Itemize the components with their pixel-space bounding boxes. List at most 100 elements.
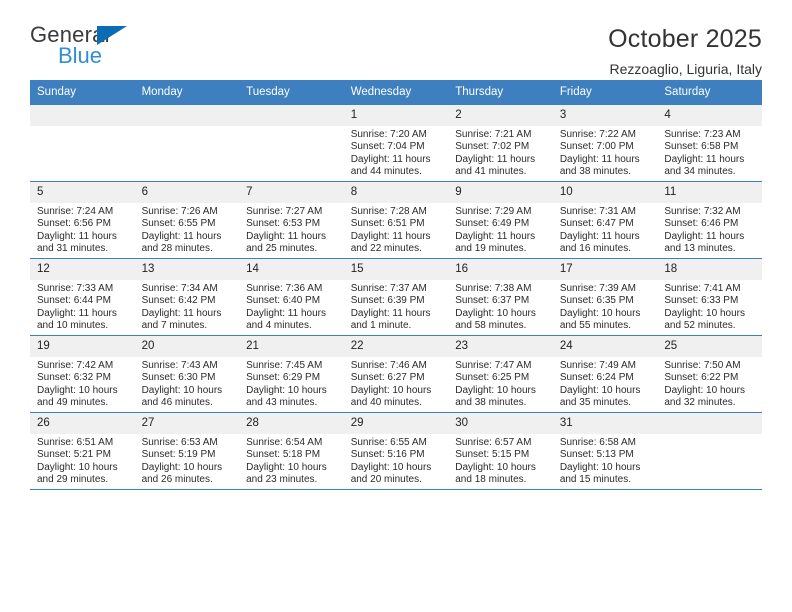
sunset-text: Sunset: 6:53 PM xyxy=(246,218,321,230)
daylight-text: Daylight: 10 hours and 29 minutes. xyxy=(37,461,118,486)
sunrise-text: Sunrise: 7:38 AM xyxy=(455,283,532,294)
calendar-day-cell[interactable]: 14 Sunrise: 7:36 AM Sunset: 6:40 PM Dayligh… xyxy=(239,258,344,336)
day-number: 7 xyxy=(239,182,344,203)
calendar-day-cell[interactable]: 5 Sunrise: 7:24 AM Sunset: 6:56 PM Daylight… xyxy=(30,181,135,259)
day-details: Sunrise: 7:36 AM Sunset: 6:40 PM Daylight:… xyxy=(239,280,344,333)
daylight-text: Daylight: 10 hours and 58 minutes. xyxy=(455,307,536,332)
calendar-day-cell[interactable]: 27 Sunrise: 6:53 AM Sunset: 5:19 PM Dayligh… xyxy=(134,412,240,490)
calendar-day-cell[interactable]: 22 Sunrise: 7:46 AM Sunset: 6:27 PM Dayligh… xyxy=(343,335,449,413)
calendar-day-cell[interactable]: 21 Sunrise: 7:45 AM Sunset: 6:29 PM Dayligh… xyxy=(239,335,344,413)
sunset-text: Sunset: 6:56 PM xyxy=(37,218,111,230)
calendar-day-cell[interactable]: 13 Sunrise: 7:34 AM Sunset: 6:42 PM Dayligh… xyxy=(134,258,240,336)
daylight-text: Daylight: 11 hours and 28 minutes. xyxy=(141,230,222,255)
calendar-day-cell[interactable]: 2 Sunrise: 7:21 AM Sunset: 7:02 PM Daylight… xyxy=(448,105,553,182)
day-number: 1 xyxy=(343,105,449,126)
sunrise-text: Sunrise: 7:29 AM xyxy=(455,206,532,217)
sunrise-text: Sunrise: 6:57 AM xyxy=(455,437,532,448)
sunset-text: Sunset: 7:00 PM xyxy=(559,141,634,153)
day-number: 17 xyxy=(552,259,658,280)
day-details: Sunrise: 6:55 AM Sunset: 5:16 PM Daylight:… xyxy=(344,434,449,487)
sunset-text: Sunset: 6:33 PM xyxy=(664,295,739,307)
calendar-day-cell[interactable]: 11 Sunrise: 7:32 AM Sunset: 6:46 PM Dayligh… xyxy=(657,181,762,259)
calendar-day-cell[interactable]: 23 Sunrise: 7:47 AM Sunset: 6:25 PM Dayligh… xyxy=(448,335,553,413)
day-details: Sunrise: 7:43 AM Sunset: 6:30 PM Daylight:… xyxy=(135,357,240,410)
day-details: Sunrise: 7:28 AM Sunset: 6:51 PM Daylight:… xyxy=(344,203,449,256)
sunrise-text: Sunrise: 7:27 AM xyxy=(246,206,323,217)
sunrise-text: Sunrise: 7:45 AM xyxy=(246,360,323,371)
day-number: 2 xyxy=(448,105,553,126)
day-number: 21 xyxy=(239,336,344,357)
day-details: Sunrise: 7:29 AM Sunset: 6:49 PM Daylight:… xyxy=(448,203,553,256)
calendar-day-cell-empty xyxy=(239,105,344,182)
calendar-day-cell[interactable]: 31 Sunrise: 6:58 AM Sunset: 5:13 PM Dayligh… xyxy=(552,412,658,490)
sunset-text: Sunset: 5:15 PM xyxy=(455,449,530,461)
calendar-day-cell[interactable]: 4 Sunrise: 7:23 AM Sunset: 6:58 PM Daylight… xyxy=(657,105,762,182)
page-subtitle: Rezzoaglio, Liguria, Italy xyxy=(609,61,762,77)
day-details: Sunrise: 7:50 AM Sunset: 6:22 PM Daylight:… xyxy=(657,357,762,410)
calendar-day-cell[interactable]: 17 Sunrise: 7:39 AM Sunset: 6:35 PM Dayligh… xyxy=(552,258,658,336)
calendar-day-cell[interactable]: 24 Sunrise: 7:49 AM Sunset: 6:24 PM Dayligh… xyxy=(552,335,658,413)
calendar-day-cell[interactable]: 1 Sunrise: 7:20 AM Sunset: 7:04 PM Daylight… xyxy=(343,105,449,182)
general-blue-logo[interactable]: General Blue xyxy=(30,24,150,72)
calendar-day-cell[interactable]: 15 Sunrise: 7:37 AM Sunset: 6:39 PM Dayligh… xyxy=(343,258,449,336)
day-details: Sunrise: 7:23 AM Sunset: 6:58 PM Daylight:… xyxy=(657,126,762,179)
sunrise-text: Sunrise: 7:33 AM xyxy=(37,283,114,294)
sunset-text: Sunset: 6:49 PM xyxy=(455,218,530,230)
day-number: 25 xyxy=(657,336,762,357)
calendar-day-cell[interactable]: 25 Sunrise: 7:50 AM Sunset: 6:22 PM Dayligh… xyxy=(657,335,762,413)
sunset-text: Sunset: 5:13 PM xyxy=(559,449,634,461)
calendar-day-cell[interactable]: 3 Sunrise: 7:22 AM Sunset: 7:00 PM Daylight… xyxy=(552,105,658,182)
calendar-day-cell[interactable]: 30 Sunrise: 6:57 AM Sunset: 5:15 PM Dayligh… xyxy=(448,412,553,490)
daylight-text: Daylight: 11 hours and 41 minutes. xyxy=(455,153,536,178)
calendar-day-cell[interactable]: 16 Sunrise: 7:38 AM Sunset: 6:37 PM Dayligh… xyxy=(448,258,553,336)
weekday-header-friday: Friday xyxy=(552,80,658,105)
calendar-day-cell[interactable]: 8 Sunrise: 7:28 AM Sunset: 6:51 PM Daylight… xyxy=(343,181,449,259)
day-details: Sunrise: 6:54 AM Sunset: 5:18 PM Daylight:… xyxy=(239,434,344,487)
day-details: Sunrise: 6:58 AM Sunset: 5:13 PM Daylight:… xyxy=(553,434,658,487)
calendar-day-cell[interactable]: 18 Sunrise: 7:41 AM Sunset: 6:33 PM Dayligh… xyxy=(657,258,762,336)
logo-text-blue: Blue xyxy=(58,43,103,68)
weekday-header-tuesday: Tuesday xyxy=(239,80,344,105)
daylight-text: Daylight: 11 hours and 25 minutes. xyxy=(246,230,326,255)
day-number xyxy=(30,105,135,126)
day-number: 16 xyxy=(448,259,553,280)
day-number: 13 xyxy=(134,259,240,280)
calendar-day-cell[interactable]: 29 Sunrise: 6:55 AM Sunset: 5:16 PM Dayligh… xyxy=(343,412,449,490)
day-number: 22 xyxy=(343,336,449,357)
sunset-text: Sunset: 6:29 PM xyxy=(246,372,321,384)
sunrise-text: Sunrise: 7:26 AM xyxy=(141,206,218,217)
sunset-text: Sunset: 7:04 PM xyxy=(350,141,425,153)
day-number: 14 xyxy=(239,259,344,280)
calendar-day-cell[interactable]: 10 Sunrise: 7:31 AM Sunset: 6:47 PM Dayligh… xyxy=(552,181,658,259)
weekday-header-monday: Monday xyxy=(134,80,240,105)
calendar-day-cell[interactable]: 20 Sunrise: 7:43 AM Sunset: 6:30 PM Dayligh… xyxy=(134,335,240,413)
sunrise-text: Sunrise: 6:55 AM xyxy=(350,437,427,448)
daylight-text: Daylight: 11 hours and 31 minutes. xyxy=(37,230,117,255)
calendar-week-row: 5 Sunrise: 7:24 AM Sunset: 6:56 PM Daylight… xyxy=(30,181,762,259)
calendar-day-cell[interactable]: 26 Sunrise: 6:51 AM Sunset: 5:21 PM Dayligh… xyxy=(30,412,135,490)
day-details: Sunrise: 7:34 AM Sunset: 6:42 PM Daylight:… xyxy=(135,280,240,333)
calendar-day-cell[interactable]: 28 Sunrise: 6:54 AM Sunset: 5:18 PM Dayligh… xyxy=(239,412,344,490)
weekday-header-sunday: Sunday xyxy=(30,80,135,105)
calendar-day-cell[interactable]: 6 Sunrise: 7:26 AM Sunset: 6:55 PM Daylight… xyxy=(134,181,240,259)
sunset-text: Sunset: 6:44 PM xyxy=(37,295,111,307)
day-details: Sunrise: 7:46 AM Sunset: 6:27 PM Daylight:… xyxy=(344,357,449,410)
calendar-day-cell[interactable]: 19 Sunrise: 7:42 AM Sunset: 6:32 PM Dayligh… xyxy=(30,335,135,413)
sunrise-text: Sunrise: 7:21 AM xyxy=(455,129,532,140)
daylight-text: Daylight: 11 hours and 13 minutes. xyxy=(664,230,745,255)
calendar-day-cell-empty xyxy=(30,105,135,182)
calendar-day-cell[interactable]: 9 Sunrise: 7:29 AM Sunset: 6:49 PM Daylight… xyxy=(448,181,553,259)
daylight-text: Daylight: 10 hours and 15 minutes. xyxy=(559,461,641,486)
day-number: 31 xyxy=(552,413,658,434)
sunrise-text: Sunrise: 7:47 AM xyxy=(455,360,532,371)
sunrise-text: Sunrise: 7:46 AM xyxy=(350,360,427,371)
day-details: Sunrise: 7:47 AM Sunset: 6:25 PM Daylight:… xyxy=(448,357,553,410)
day-details: Sunrise: 7:20 AM Sunset: 7:04 PM Daylight:… xyxy=(344,126,449,179)
calendar-day-cell[interactable]: 7 Sunrise: 7:27 AM Sunset: 6:53 PM Daylight… xyxy=(239,181,344,259)
day-details: Sunrise: 7:21 AM Sunset: 7:02 PM Daylight:… xyxy=(448,126,553,179)
sunrise-text: Sunrise: 7:49 AM xyxy=(559,360,636,371)
day-details: Sunrise: 7:33 AM Sunset: 6:44 PM Daylight:… xyxy=(30,280,135,333)
calendar-day-cell-empty xyxy=(657,412,762,490)
sunset-text: Sunset: 6:40 PM xyxy=(246,295,321,307)
calendar-day-cell[interactable]: 12 Sunrise: 7:33 AM Sunset: 6:44 PM Dayligh… xyxy=(30,258,135,336)
